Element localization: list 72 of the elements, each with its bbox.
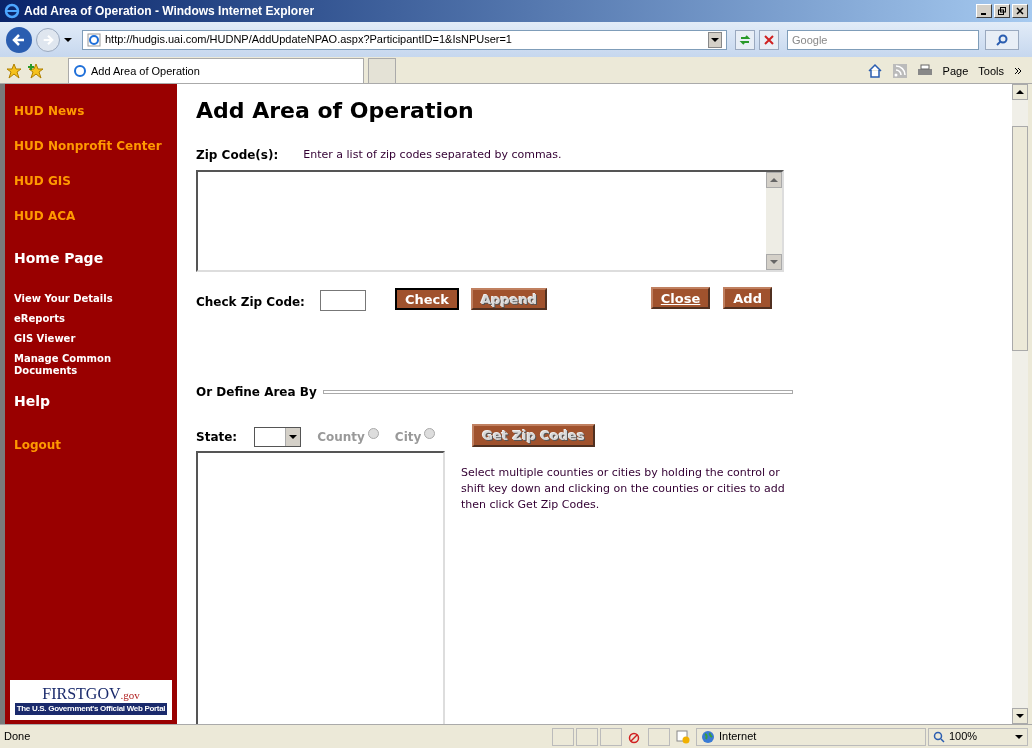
sidebar-link[interactable]: eReports — [14, 313, 168, 325]
help-text: Select multiple counties or cities by holding the control or shift key down and clicking on the counties or cities to add then click Get Zip Codes. — [461, 465, 786, 513]
define-area-heading: Or Define Area By — [196, 384, 317, 401]
close-button[interactable]: Close — [650, 286, 711, 309]
page-icon — [87, 32, 101, 47]
browser-tab[interactable]: Add Area of Operation — [68, 58, 364, 83]
globe-icon — [701, 729, 715, 744]
dropdown-arrow-icon[interactable] — [64, 37, 72, 42]
zip-codes-textarea[interactable] — [196, 170, 784, 272]
close-icon — [1016, 7, 1024, 15]
radio-label: County — [317, 428, 365, 446]
zip-codes-label: Zip Code(s): — [196, 147, 279, 164]
check-zip-label: Check Zip Code: — [196, 293, 305, 311]
restore-icon — [998, 7, 1006, 15]
page-icon — [73, 64, 87, 78]
favorites-star-icon[interactable] — [6, 63, 22, 79]
status-text: Done — [4, 729, 32, 745]
zoom-control[interactable]: 100% — [928, 727, 1028, 746]
sidebar-link[interactable]: HUD Nonprofit Center — [14, 137, 168, 155]
status-pane — [576, 727, 598, 746]
sidebar-link[interactable]: HUD ACA — [14, 207, 168, 225]
check-button[interactable]: Check — [394, 287, 459, 310]
back-button[interactable] — [6, 26, 32, 53]
status-pane — [648, 727, 670, 746]
sidebar-link[interactable]: Help — [14, 391, 168, 412]
logo-tagline: The U.S. Government's Official Web Portal — [14, 703, 168, 716]
forward-arrow-icon — [42, 33, 54, 46]
stop-icon — [764, 34, 774, 45]
zoom-icon — [933, 730, 945, 743]
status-pane — [600, 727, 622, 746]
back-arrow-icon — [12, 32, 26, 47]
sidebar-link[interactable]: Home Page — [14, 248, 168, 269]
page-scrollbar[interactable] — [1012, 84, 1028, 724]
zone-text: Internet — [719, 729, 757, 745]
radio-label: City — [394, 428, 422, 446]
logo-suffix: .gov — [120, 687, 140, 703]
restore-button[interactable] — [994, 4, 1010, 18]
command-menu[interactable]: Page — [942, 62, 969, 80]
dropdown-arrow-icon[interactable] — [1015, 734, 1023, 739]
scroll-thumb[interactable] — [1012, 126, 1028, 351]
logo-name: FIRSTGOV — [42, 684, 121, 703]
refresh-icon — [739, 33, 751, 46]
add-favorite-icon[interactable] — [28, 63, 44, 79]
home-icon[interactable] — [866, 63, 883, 79]
address-field[interactable]: http://hudgis.uai.com/HUDNP/AddUpdateNPAO.aspx?ParticipantID=1&IsNPUser=1 — [82, 29, 727, 50]
add-button[interactable]: Add — [723, 286, 772, 309]
state-label: State: — [196, 428, 238, 446]
minimize-button[interactable] — [976, 4, 992, 18]
command-menu[interactable]: Tools — [978, 62, 1004, 80]
print-icon[interactable] — [916, 64, 933, 78]
refresh-button[interactable] — [735, 29, 755, 50]
sidebar-link[interactable]: Logout — [14, 436, 168, 454]
window-title: Add Area of Operation - Windows Internet Explorer — [24, 3, 315, 20]
state-select[interactable] — [254, 426, 302, 447]
zip-codes-hint: Enter a list of zip codes separated by commas. — [303, 146, 562, 163]
sidebar-link[interactable]: HUD GIS — [14, 172, 168, 190]
page-title: Add Area of Operation — [196, 97, 474, 125]
search-button[interactable] — [985, 29, 1019, 50]
browser-logo-icon — [4, 3, 20, 19]
check-zip-field[interactable] — [319, 290, 366, 311]
search-icon — [996, 33, 1008, 46]
sidebar-link[interactable]: Manage Common Documents — [14, 353, 168, 377]
sidebar-link[interactable]: View Your Details — [14, 293, 168, 305]
url-text: http://hudgis.uai.com/HUDNP/AddUpdateNPAO.aspx?ParticipantID=1&IsNPUser=1 — [105, 32, 513, 48]
zoom-text: 100% — [949, 729, 978, 745]
stop-button[interactable] — [759, 29, 779, 50]
search-field[interactable]: Google — [787, 29, 979, 50]
sidebar-link[interactable]: HUD News — [14, 102, 168, 120]
chevron-icon[interactable] — [1014, 67, 1022, 75]
status-pane — [552, 727, 574, 746]
sidebar-link[interactable]: GIS Viewer — [14, 333, 168, 345]
close-button[interactable] — [1012, 4, 1028, 18]
